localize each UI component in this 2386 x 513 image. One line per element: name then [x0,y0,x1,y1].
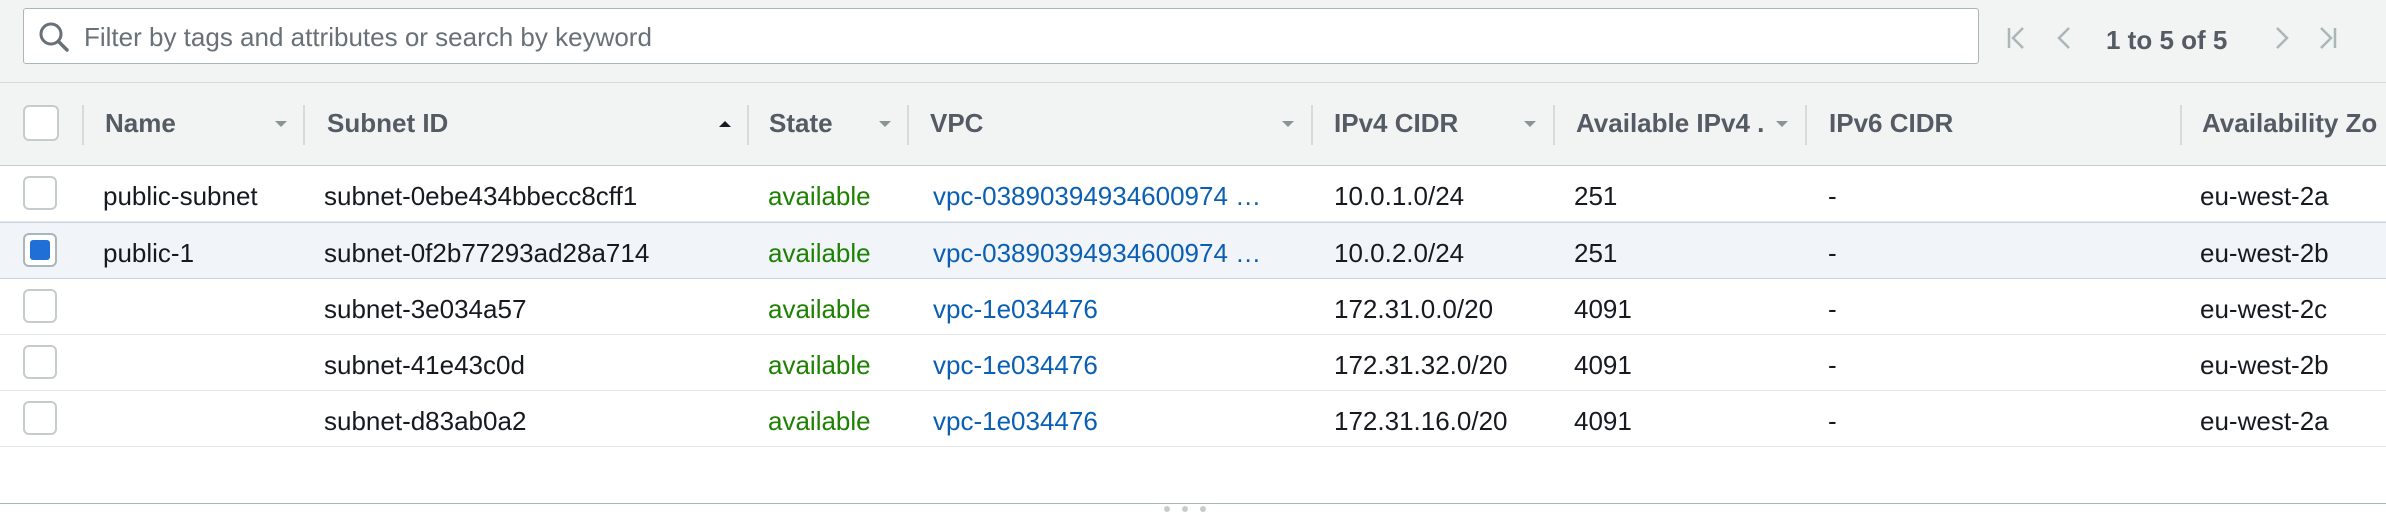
cell-ipv4-cidr: 172.31.32.0/20 [1334,350,1508,380]
cell-ipv6-cidr: - [1828,294,1837,324]
column-header-state[interactable]: State [769,83,909,165]
filter-toolbar: 1 to 5 of 5 [0,0,2386,83]
column-header-label: IPv6 CIDR [1829,108,1954,138]
cell-available-ipv4: 251 [1574,181,1618,211]
cell-state: available [768,350,871,380]
sort-caret-up-icon[interactable] [717,116,733,132]
cell-ipv4-cidr: 172.31.0.0/20 [1334,294,1494,324]
column-divider [907,105,909,145]
column-header-label: Name [105,108,176,138]
cell-ipv6-cidr: - [1828,406,1837,436]
cell-available-ipv4: 4091 [1574,350,1632,380]
column-header-label: Subnet ID [327,108,449,138]
column-header-label: State [769,108,833,138]
column-divider [82,105,84,145]
cell-subnet-id: subnet-0f2b77293ad28a714 [324,238,650,268]
table-row[interactable]: subnet-3e034a57 available vpc-1e034476 1… [0,279,2386,335]
filter-search-box[interactable] [23,8,1979,65]
column-header-label: Available IPv4 . [1576,108,1765,138]
sort-caret-down-icon[interactable] [1280,116,1296,132]
table-row-selected[interactable]: public-1 subnet-0f2b77293ad28a714 availa… [0,222,2386,279]
last-page-button[interactable] [2310,12,2344,64]
column-divider [1311,105,1313,145]
column-divider [1553,105,1555,145]
column-header-label: Availability Zo [2202,108,2378,138]
table-row[interactable]: subnet-41e43c0d available vpc-1e034476 1… [0,335,2386,391]
column-header-label: IPv4 CIDR [1334,108,1459,138]
row-checkbox-checked[interactable] [23,233,57,267]
cell-name: public-subnet [103,181,258,211]
cell-subnet-id: subnet-3e034a57 [324,294,527,324]
row-checkbox[interactable] [23,176,57,210]
cell-name: public-1 [103,238,195,268]
cell-vpc-link[interactable]: vpc-03890394934600974 … [933,181,1261,212]
previous-page-button[interactable] [2048,12,2082,64]
sort-caret-down-icon[interactable] [273,116,289,132]
cell-vpc-link[interactable]: vpc-1e034476 [933,350,1098,381]
resize-handle-icon[interactable] [1164,506,1224,512]
table-row[interactable]: public-subnet subnet-0ebe434bbecc8cff1 a… [0,166,2386,222]
cell-ipv6-cidr: - [1828,350,1837,380]
next-page-button[interactable] [2264,12,2298,64]
cell-ipv6-cidr: - [1828,181,1837,211]
cell-availability-zone: eu-west-2a [2200,406,2329,436]
column-divider [2180,105,2182,145]
cell-ipv4-cidr: 10.0.2.0/24 [1334,238,1465,268]
column-header-ipv6-cidr[interactable]: IPv6 CIDR [1829,83,2169,165]
sort-caret-down-icon[interactable] [1774,116,1790,132]
sort-caret-down-icon[interactable] [1522,116,1538,132]
table-row[interactable]: subnet-d83ab0a2 available vpc-1e034476 1… [0,391,2386,447]
cell-ipv4-cidr: 172.31.16.0/20 [1334,406,1508,436]
cell-availability-zone: eu-west-2c [2200,294,2328,324]
column-header-label: VPC [930,108,984,138]
cell-available-ipv4: 251 [1574,238,1618,268]
search-icon [39,22,69,52]
cell-availability-zone: eu-west-2b [2200,350,2329,380]
cell-vpc-link[interactable]: vpc-1e034476 [933,406,1098,437]
cell-state: available [768,406,871,436]
cell-state: available [768,181,871,211]
cell-subnet-id: subnet-d83ab0a2 [324,406,527,436]
column-header-availability-zone[interactable]: Availability Zo [2202,83,2386,165]
column-header-name[interactable]: Name [105,83,305,165]
cell-available-ipv4: 4091 [1574,406,1632,436]
cell-ipv4-cidr: 10.0.1.0/24 [1334,181,1465,211]
cell-subnet-id: subnet-41e43c0d [324,350,525,380]
cell-availability-zone: eu-west-2b [2200,238,2329,268]
next-page-icon [2276,27,2289,49]
previous-page-icon [2057,27,2070,49]
cell-available-ipv4: 4091 [1574,294,1632,324]
cell-ipv6-cidr: - [1828,238,1837,268]
select-all-checkbox[interactable] [23,105,59,141]
column-divider [747,105,749,145]
cell-vpc-link[interactable]: vpc-03890394934600974 … [933,238,1261,269]
cell-state: available [768,238,871,268]
column-header-ipv4-cidr[interactable]: IPv4 CIDR [1334,83,1554,165]
last-page-icon [2320,27,2337,49]
column-header-vpc[interactable]: VPC [930,83,1310,165]
first-page-icon [2007,27,2024,49]
first-page-button[interactable] [2000,12,2034,64]
row-checkbox[interactable] [23,345,57,379]
column-divider [1805,105,1807,145]
filter-search-input[interactable] [82,9,1966,65]
cell-availability-zone: eu-west-2a [2200,181,2329,211]
row-checkbox[interactable] [23,289,57,323]
column-header-subnet-id[interactable]: Subnet ID [327,83,747,165]
column-divider [303,105,305,145]
sort-caret-down-icon[interactable] [877,116,893,132]
pagination-range: 1 to 5 of 5 [2106,25,2228,55]
cell-state: available [768,294,871,324]
cell-vpc-link[interactable]: vpc-1e034476 [933,294,1098,325]
cell-subnet-id: subnet-0ebe434bbecc8cff1 [324,181,638,211]
row-checkbox[interactable] [23,401,57,435]
table-header: Name Subnet ID State VPC IPv4 CIDR Avail… [0,83,2386,166]
column-header-available-ipv4[interactable]: Available IPv4 . [1576,83,1806,165]
